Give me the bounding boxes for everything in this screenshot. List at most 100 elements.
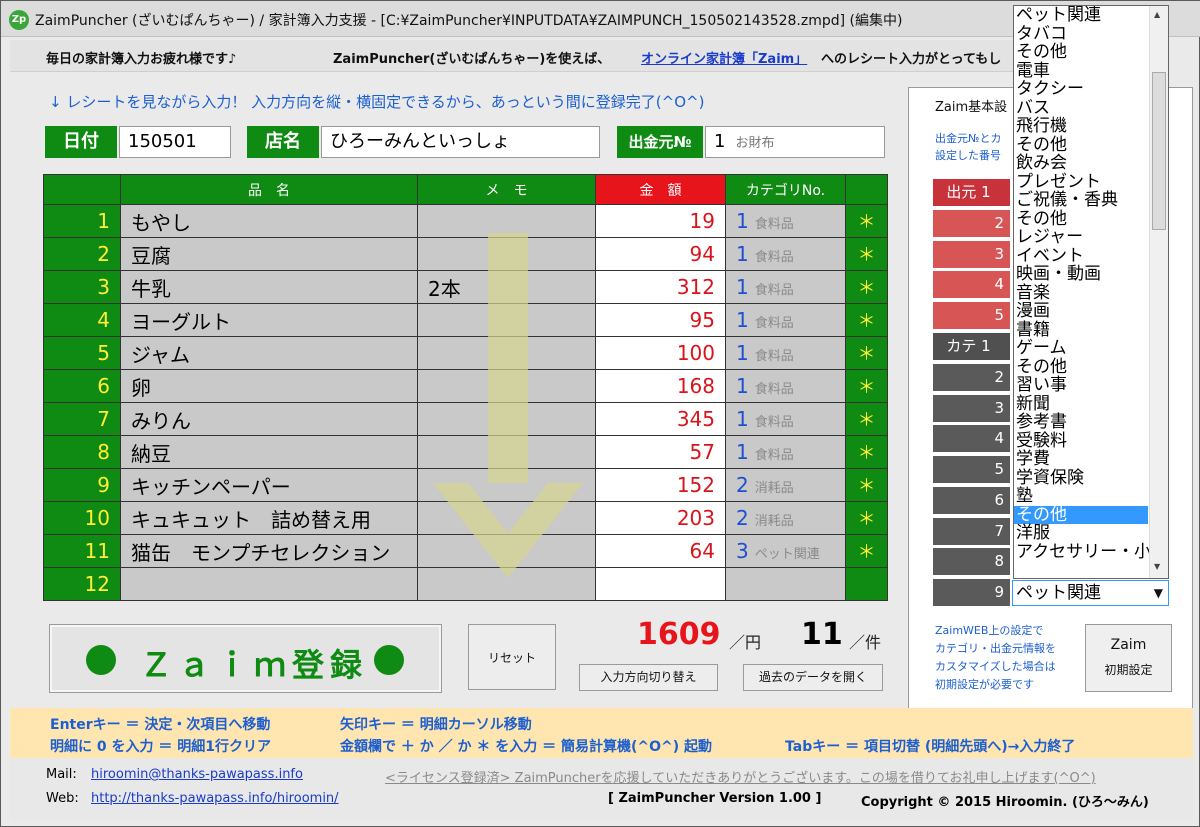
- item-name-cell[interactable]: 卵: [120, 369, 418, 403]
- item-memo-cell[interactable]: [417, 204, 596, 238]
- reset-button[interactable]: リセット: [468, 624, 556, 690]
- dropdown-option[interactable]: ご祝儀・香典: [1014, 191, 1148, 210]
- dropdown-option[interactable]: その他: [1014, 135, 1148, 155]
- zaim-register-button[interactable]: Ｚａｉｍ登録: [49, 624, 442, 693]
- open-past-data-button[interactable]: 過去のデータを開く: [743, 664, 883, 691]
- dropdown-option[interactable]: 書籍: [1014, 320, 1148, 340]
- item-category-cell[interactable]: 2 消耗品: [725, 501, 846, 535]
- item-category-cell[interactable]: 1 食料品: [725, 237, 846, 271]
- dropdown-option[interactable]: その他: [1014, 209, 1148, 229]
- dropdown-option[interactable]: 洋服: [1014, 524, 1148, 543]
- item-name-cell[interactable]: 牛乳: [120, 270, 418, 304]
- item-name-cell[interactable]: [120, 567, 418, 601]
- date-field[interactable]: 150501: [119, 126, 231, 158]
- dropdown-option[interactable]: 音楽: [1014, 283, 1148, 303]
- item-memo-cell[interactable]: [417, 336, 596, 370]
- item-amount-cell[interactable]: 19: [595, 204, 726, 238]
- item-memo-cell[interactable]: [417, 534, 596, 568]
- dropdown-option[interactable]: 受験料: [1014, 431, 1148, 451]
- item-name-cell[interactable]: 納豆: [120, 435, 418, 469]
- dropdown-option[interactable]: タクシー: [1014, 80, 1148, 99]
- item-name-cell[interactable]: もやし: [120, 204, 418, 238]
- source-field[interactable]: 1 お財布: [705, 126, 885, 158]
- dropdown-option[interactable]: 学資保険: [1014, 468, 1148, 488]
- item-amount-cell[interactable]: 345: [595, 402, 726, 436]
- dropdown-option[interactable]: バス: [1014, 98, 1148, 118]
- toggle-direction-button[interactable]: 入力方向切り替え: [579, 664, 718, 691]
- item-memo-cell[interactable]: [417, 435, 596, 469]
- category-slot: 4: [933, 425, 1010, 453]
- item-memo-cell[interactable]: [417, 369, 596, 403]
- dropdown-option[interactable]: その他: [1014, 43, 1148, 62]
- item-name-cell[interactable]: ジャム: [120, 336, 418, 370]
- dropdown-option[interactable]: 映画・動画: [1014, 265, 1148, 284]
- total-count: 11: [801, 617, 843, 652]
- chevron-down-icon[interactable]: ▼: [1154, 581, 1163, 605]
- dropdown-option[interactable]: 塾: [1014, 487, 1148, 506]
- dropdown-option[interactable]: タバコ: [1014, 24, 1148, 44]
- dropdown-option[interactable]: ゲーム: [1014, 339, 1148, 358]
- dropdown-option[interactable]: 漫画: [1014, 302, 1148, 321]
- scroll-down-icon[interactable]: ▼: [1154, 562, 1160, 571]
- item-memo-cell[interactable]: [417, 567, 596, 601]
- zaim-link[interactable]: オンライン家計簿「Zaim」: [641, 48, 807, 67]
- dropdown-option[interactable]: その他: [1014, 357, 1148, 377]
- item-memo-cell[interactable]: [417, 501, 596, 535]
- dropdown-option[interactable]: 学費: [1014, 450, 1148, 469]
- dropdown-option[interactable]: アクセサリー・小物: [1014, 542, 1168, 562]
- item-memo-cell[interactable]: [417, 303, 596, 337]
- item-category-cell[interactable]: 1 食料品: [725, 303, 846, 337]
- item-name-cell[interactable]: みりん: [120, 402, 418, 436]
- item-name-cell[interactable]: 猫缶 モンプチセレクション: [120, 534, 418, 568]
- dropdown-option[interactable]: ペット関連: [1014, 6, 1148, 25]
- item-category-cell[interactable]: 2 消耗品: [725, 468, 846, 502]
- item-category-cell[interactable]: 1 食料品: [725, 369, 846, 403]
- dropdown-option[interactable]: 飲み会: [1014, 154, 1148, 173]
- item-name-cell[interactable]: キュキュット 詰め替え用: [120, 501, 418, 535]
- mail-link[interactable]: hiroomin@thanks-pawapass.info: [91, 767, 303, 782]
- item-category-cell[interactable]: 1 食料品: [725, 270, 846, 304]
- dropdown-option[interactable]: 習い事: [1014, 376, 1148, 395]
- item-category-cell[interactable]: [725, 567, 846, 601]
- dropdown-option[interactable]: 飛行機: [1014, 117, 1148, 136]
- item-name-cell[interactable]: キッチンペーパー: [120, 468, 418, 502]
- dropdown-option[interactable]: 電車: [1014, 61, 1148, 81]
- dropdown-option[interactable]: 新聞: [1014, 394, 1148, 414]
- item-memo-cell[interactable]: [417, 468, 596, 502]
- item-amount-cell[interactable]: 100: [595, 336, 726, 370]
- item-amount-cell[interactable]: 203: [595, 501, 726, 535]
- dropdown-option[interactable]: イベント: [1014, 246, 1148, 266]
- item-category-cell[interactable]: 1 食料品: [725, 204, 846, 238]
- item-amount-cell[interactable]: 152: [595, 468, 726, 502]
- item-amount-cell[interactable]: 94: [595, 237, 726, 271]
- item-name-cell[interactable]: ヨーグルト: [120, 303, 418, 337]
- web-link[interactable]: http://thanks-pawapass.info/hiroomin/: [91, 791, 339, 806]
- item-amount-cell[interactable]: 95: [595, 303, 726, 337]
- item-amount-cell[interactable]: 168: [595, 369, 726, 403]
- item-category-cell[interactable]: 3 ペット関連: [725, 534, 846, 568]
- banner-message: ZaimPuncher(ざいむぱんちゃー)を使えば、: [333, 52, 611, 67]
- dropdown-option[interactable]: レジャー: [1014, 228, 1148, 247]
- license-message[interactable]: <ライセンス登録済> ZaimPuncherを応援していただきありがとうございま…: [385, 767, 1096, 786]
- item-memo-cell[interactable]: [417, 402, 596, 436]
- dropdown-option[interactable]: プレゼント: [1014, 172, 1148, 192]
- item-memo-cell[interactable]: [417, 237, 596, 271]
- item-amount-cell[interactable]: 64: [595, 534, 726, 568]
- scroll-thumb[interactable]: [1152, 72, 1166, 230]
- item-amount-cell[interactable]: [595, 567, 726, 601]
- item-category-cell[interactable]: 1 食料品: [725, 435, 846, 469]
- category-combobox[interactable]: ペット関連 ▼: [1012, 580, 1169, 606]
- item-name-cell[interactable]: 豆腐: [120, 237, 418, 271]
- category-dropdown-list[interactable]: ペット関連 タバコ その他 電車 タクシー バス 飛行機 その他 飲み会 プレゼント ご祝儀・香典そ…: [1013, 5, 1169, 579]
- item-category-cell[interactable]: 1 食料品: [725, 402, 846, 436]
- scroll-up-icon[interactable]: ▲: [1154, 10, 1160, 19]
- item-amount-cell[interactable]: 57: [595, 435, 726, 469]
- item-amount-cell[interactable]: 312: [595, 270, 726, 304]
- item-category-cell[interactable]: 1 食料品: [725, 336, 846, 370]
- dropdown-scrollbar[interactable]: ▲ ▼: [1149, 6, 1168, 578]
- item-memo-cell[interactable]: 2本: [417, 270, 596, 304]
- shop-field[interactable]: ひろーみんといっしょ: [321, 126, 600, 158]
- zaim-init-button[interactable]: Zaim 初期設定: [1085, 624, 1172, 692]
- dropdown-option[interactable]: 参考書: [1014, 413, 1148, 432]
- dropdown-option[interactable]: その他: [1014, 505, 1148, 524]
